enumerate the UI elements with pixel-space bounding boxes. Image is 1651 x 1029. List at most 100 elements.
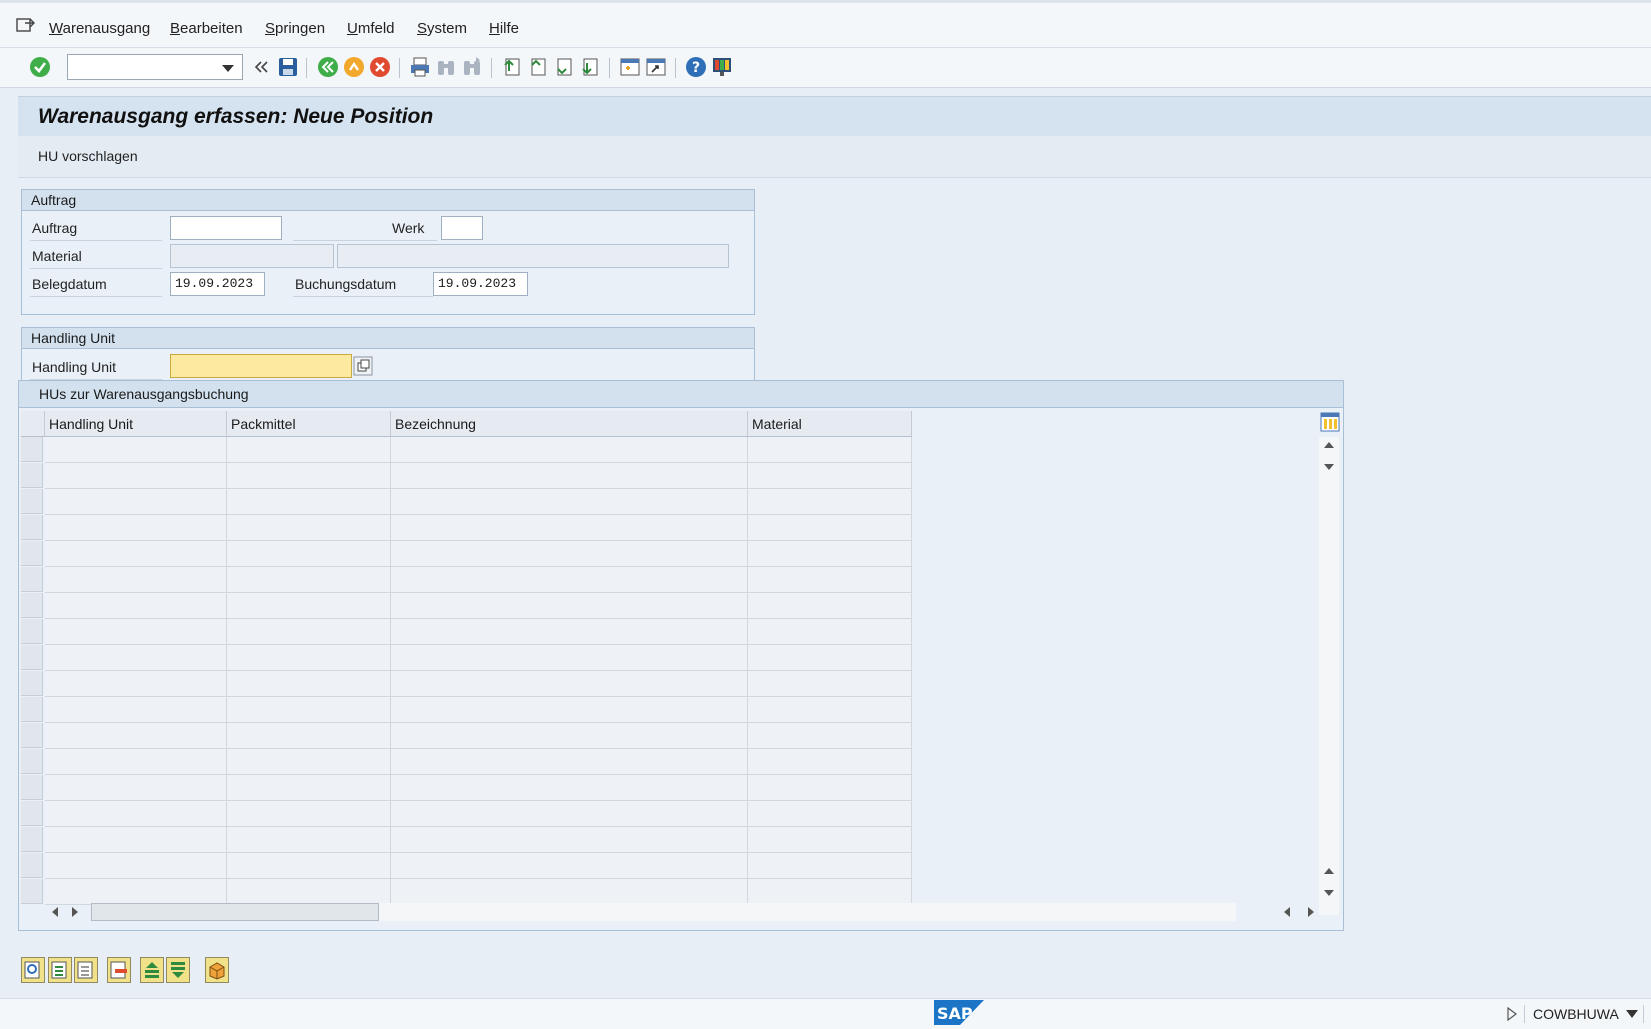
table-cell xyxy=(748,463,912,489)
table-cell xyxy=(227,515,391,541)
table-cell xyxy=(45,645,227,671)
menu-bearbeiten[interactable]: Bearbeiten xyxy=(170,20,243,37)
page-title: Warenausgang erfassen: Neue Position xyxy=(38,105,434,128)
table-cell xyxy=(391,645,748,671)
belegdatum-label: Belegdatum xyxy=(32,276,107,292)
table-cell xyxy=(391,749,748,775)
table-cell xyxy=(45,593,227,619)
scroll-left-icon[interactable] xyxy=(49,906,61,918)
table-cell xyxy=(227,697,391,723)
table-cell xyxy=(227,749,391,775)
chevron-down-icon[interactable] xyxy=(222,65,234,72)
scroll-up-icon[interactable] xyxy=(1323,439,1335,451)
sort-ascending-button[interactable] xyxy=(140,957,164,983)
help-icon[interactable]: ? xyxy=(684,55,708,79)
table-cell xyxy=(391,775,748,801)
save-icon[interactable] xyxy=(276,55,300,79)
back-icon[interactable] xyxy=(316,55,340,79)
row-selector[interactable] xyxy=(21,489,43,514)
material-input xyxy=(170,244,334,268)
enter-icon[interactable] xyxy=(28,55,52,79)
deselect-all-button[interactable] xyxy=(74,957,98,983)
row-selector[interactable] xyxy=(21,515,43,540)
previous-page-icon[interactable] xyxy=(526,55,550,79)
menu-icon[interactable] xyxy=(16,17,36,33)
sap-logo-text: SAP xyxy=(937,1004,973,1023)
column-header-handling-unit[interactable]: Handling Unit xyxy=(45,411,227,437)
row-selector[interactable] xyxy=(21,879,43,904)
last-page-icon[interactable] xyxy=(578,55,602,79)
post-goods-issue-button[interactable] xyxy=(205,957,229,983)
belegdatum-input[interactable]: 19.09.2023 xyxy=(170,272,265,296)
scroll-left-icon[interactable] xyxy=(1281,906,1293,918)
details-button[interactable] xyxy=(21,957,45,983)
row-selector[interactable] xyxy=(21,853,43,878)
application-toolbar: HU vorschlagen xyxy=(18,136,1651,178)
chevron-down-icon[interactable] xyxy=(1626,1010,1638,1018)
first-page-icon[interactable] xyxy=(500,55,524,79)
exit-icon[interactable] xyxy=(342,55,366,79)
status-expand-icon[interactable] xyxy=(1506,1007,1518,1021)
scroll-down-icon[interactable] xyxy=(1323,887,1335,899)
buchungsdatum-input[interactable]: 19.09.2023 xyxy=(433,272,528,296)
table-cell xyxy=(748,749,912,775)
horizontal-scroll-thumb[interactable] xyxy=(91,903,379,921)
row-selector[interactable] xyxy=(21,697,43,722)
row-selector[interactable] xyxy=(21,619,43,644)
table-cell xyxy=(45,749,227,775)
shortcut-icon[interactable] xyxy=(644,55,668,79)
customize-layout-icon[interactable] xyxy=(710,55,734,79)
scroll-right-icon[interactable] xyxy=(1305,906,1317,918)
row-selector[interactable] xyxy=(21,437,43,462)
row-selector[interactable] xyxy=(21,645,43,670)
hu-vorschlagen-button[interactable]: HU vorschlagen xyxy=(38,148,138,164)
table-cell xyxy=(227,593,391,619)
sap-logo: SAP xyxy=(934,1000,984,1025)
menu-umfeld[interactable]: Umfeld xyxy=(347,20,395,37)
delete-row-button[interactable] xyxy=(107,957,131,983)
command-field[interactable] xyxy=(67,54,243,80)
new-session-icon[interactable] xyxy=(618,55,642,79)
row-selector[interactable] xyxy=(21,801,43,826)
deselect-all-icon xyxy=(77,961,93,979)
menu-springen[interactable]: Springen xyxy=(265,20,325,37)
row-selector[interactable] xyxy=(21,723,43,748)
menu-warenausgang[interactable]: Warenausgang xyxy=(49,20,150,37)
vertical-scrollbar[interactable] xyxy=(1319,437,1339,915)
auftrag-input[interactable] xyxy=(170,216,282,240)
menu-hilfe[interactable]: Hilfe xyxy=(489,20,519,37)
row-selector[interactable] xyxy=(21,567,43,592)
scroll-down-icon[interactable] xyxy=(1323,461,1335,473)
find-next-icon[interactable] xyxy=(460,55,484,79)
table-cell xyxy=(227,463,391,489)
table-cell xyxy=(45,827,227,853)
back-double-icon[interactable] xyxy=(250,55,274,79)
row-selector[interactable] xyxy=(21,775,43,800)
table-cell xyxy=(391,541,748,567)
scroll-right-icon[interactable] xyxy=(69,906,81,918)
find-icon[interactable] xyxy=(434,55,458,79)
cancel-icon[interactable] xyxy=(368,55,392,79)
menu-system[interactable]: System xyxy=(417,20,467,37)
row-selector[interactable] xyxy=(21,593,43,618)
select-all-button[interactable] xyxy=(48,957,72,983)
horizontal-scrollbar[interactable] xyxy=(43,901,1337,923)
print-icon[interactable] xyxy=(408,55,432,79)
scroll-up-icon[interactable] xyxy=(1323,865,1335,877)
row-selector[interactable] xyxy=(21,541,43,566)
row-selector[interactable] xyxy=(21,749,43,774)
row-selector[interactable] xyxy=(21,463,43,488)
column-header-packmittel[interactable]: Packmittel xyxy=(227,411,391,437)
row-selector[interactable] xyxy=(21,827,43,852)
select-all-header[interactable] xyxy=(21,411,45,437)
next-page-icon[interactable] xyxy=(552,55,576,79)
column-header-material[interactable]: Material xyxy=(748,411,912,437)
row-selector[interactable] xyxy=(21,671,43,696)
table-settings-icon[interactable] xyxy=(1319,411,1341,433)
werk-input[interactable] xyxy=(441,216,483,240)
sort-descending-button[interactable] xyxy=(166,957,190,983)
table-cell xyxy=(391,489,748,515)
handling-unit-input[interactable] xyxy=(170,354,352,378)
column-header-bezeichnung[interactable]: Bezeichnung xyxy=(391,411,748,437)
value-help-icon[interactable] xyxy=(353,356,373,376)
